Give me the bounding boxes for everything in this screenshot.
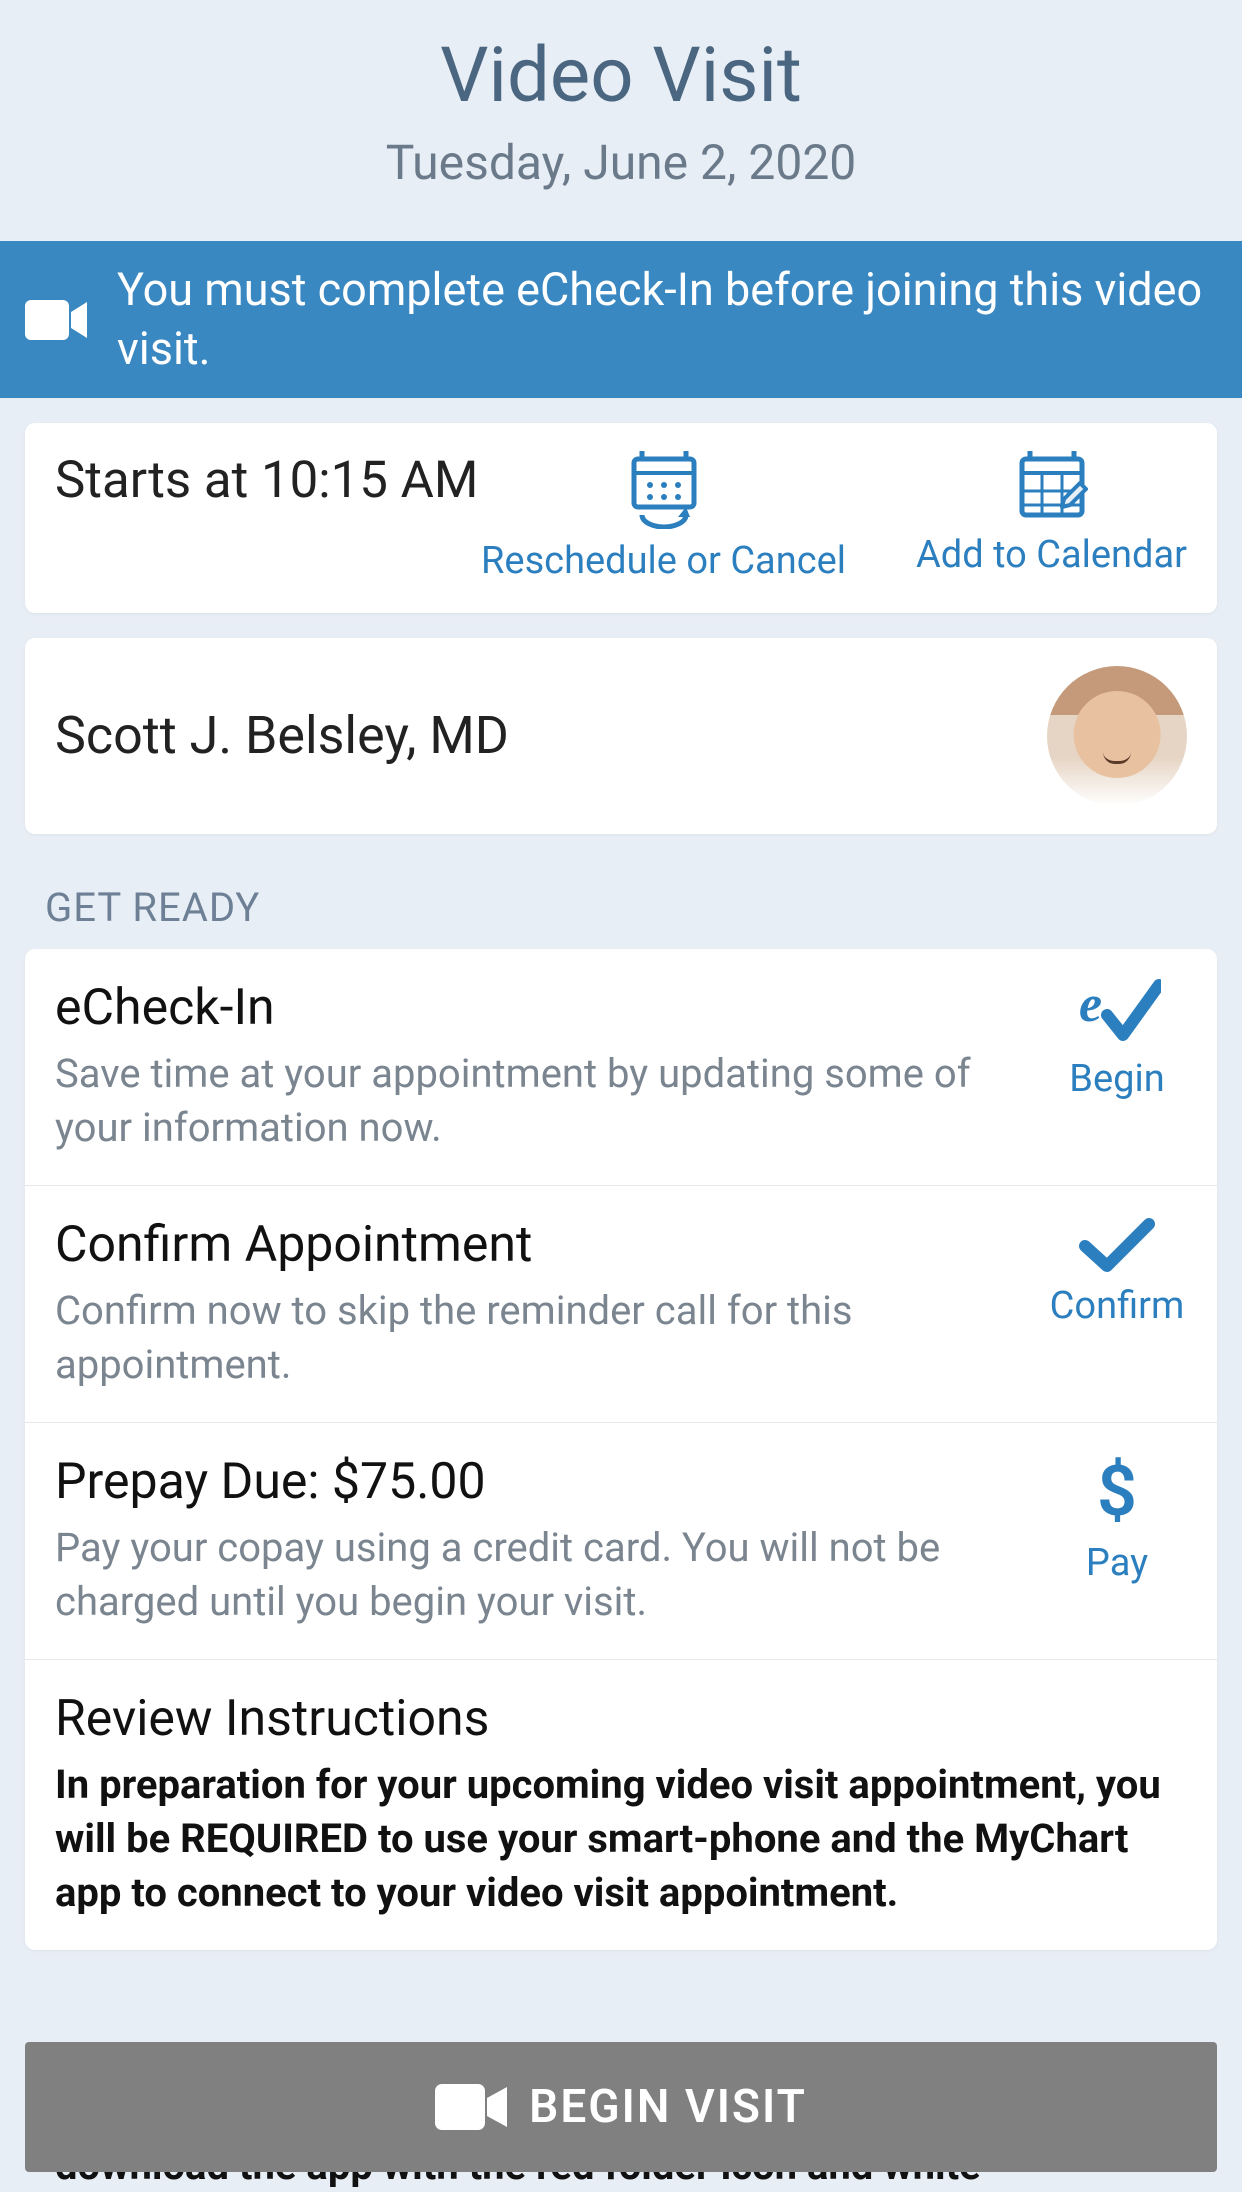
add-calendar-label: Add to Calendar [916, 533, 1187, 579]
confirm-button[interactable]: Confirm [1047, 1216, 1187, 1328]
list-content: Prepay Due: $75.00 Pay your copay using … [55, 1453, 1022, 1629]
list-title: Confirm Appointment [55, 1216, 1022, 1274]
add-to-calendar-button[interactable]: Add to Calendar [916, 451, 1187, 585]
video-icon [435, 2084, 507, 2130]
get-ready-list: eCheck-In Save time at your appointment … [25, 949, 1217, 1950]
page-title: Video Visit [20, 30, 1222, 120]
list-desc: Save time at your appointment by updatin… [55, 1047, 1022, 1155]
list-item-prepay: Prepay Due: $75.00 Pay your copay using … [25, 1423, 1217, 1660]
header: Video Visit Tuesday, June 2, 2020 [0, 0, 1242, 241]
time-actions: Reschedule or Cancel Add to Calendar [481, 451, 1187, 585]
page-date: Tuesday, June 2, 2020 [20, 134, 1222, 191]
svg-text:$: $ [1097, 1453, 1137, 1533]
video-icon [25, 300, 87, 340]
list-item-review-instructions: Review Instructions In preparation for y… [25, 1660, 1217, 1950]
banner-text: You must complete eCheck-In before joini… [117, 261, 1217, 378]
list-desc: In preparation for your upcoming video v… [55, 1758, 1187, 1920]
checkmark-icon [1079, 1216, 1155, 1276]
svg-text:e: e [1079, 979, 1102, 1033]
appointment-time-card: Starts at 10:15 AM Reschedule or Cancel [25, 423, 1217, 613]
calendar-refresh-icon [628, 451, 700, 529]
list-item-echeckin: eCheck-In Save time at your appointment … [25, 949, 1217, 1186]
list-desc: Pay your copay using a credit card. You … [55, 1521, 1022, 1629]
echeckin-begin-button[interactable]: e Begin [1047, 979, 1187, 1101]
list-item-confirm: Confirm Appointment Confirm now to skip … [25, 1186, 1217, 1423]
list-title: Prepay Due: $75.00 [55, 1453, 1022, 1511]
reschedule-label: Reschedule or Cancel [481, 539, 846, 585]
action-label: Confirm [1050, 1284, 1185, 1328]
provider-avatar [1047, 666, 1187, 806]
list-desc: Confirm now to skip the reminder call fo… [55, 1284, 1022, 1392]
list-title: Review Instructions [55, 1690, 1187, 1748]
starts-at-label: Starts at 10:15 AM [55, 451, 481, 510]
list-content: Confirm Appointment Confirm now to skip … [55, 1216, 1022, 1392]
list-title: eCheck-In [55, 979, 1022, 1037]
echeckin-icon: e [1073, 979, 1161, 1049]
action-label: Pay [1086, 1541, 1148, 1585]
action-label: Begin [1069, 1057, 1164, 1101]
list-content: eCheck-In Save time at your appointment … [55, 979, 1022, 1155]
begin-visit-button[interactable]: BEGIN VISIT [25, 2042, 1217, 2172]
pay-button[interactable]: $ Pay [1047, 1453, 1187, 1585]
begin-visit-label: BEGIN VISIT [529, 2080, 807, 2134]
provider-name: Scott J. Belsley, MD [55, 705, 509, 766]
echeckin-banner: You must complete eCheck-In before joini… [0, 241, 1242, 398]
reschedule-button[interactable]: Reschedule or Cancel [481, 451, 846, 585]
provider-card: Scott J. Belsley, MD [25, 638, 1217, 834]
calendar-edit-icon [1016, 451, 1088, 523]
list-content: Review Instructions In preparation for y… [55, 1690, 1187, 1920]
dollar-icon: $ [1092, 1453, 1142, 1533]
get-ready-title: GET READY [45, 884, 1197, 931]
